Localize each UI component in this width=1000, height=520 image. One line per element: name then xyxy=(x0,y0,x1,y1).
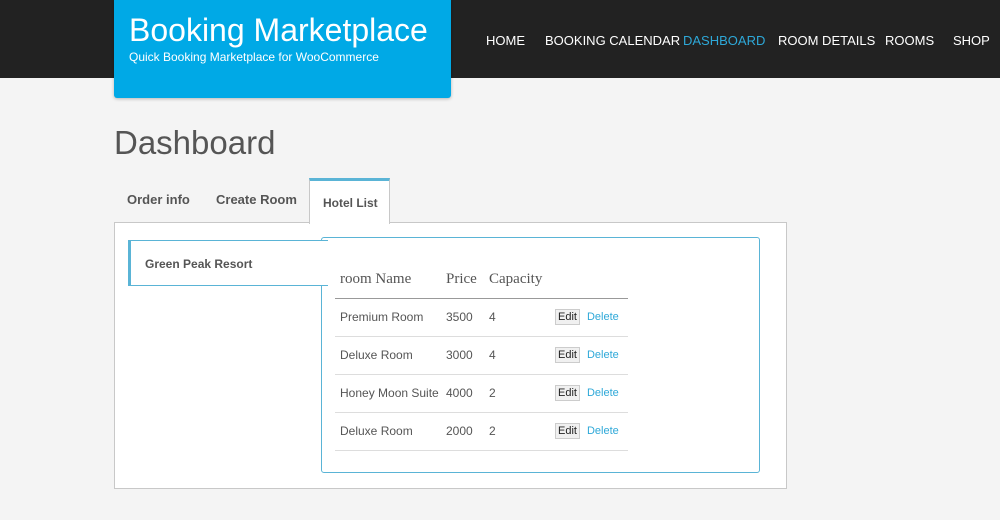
site-tagline: Quick Booking Marketplace for WooCommerc… xyxy=(129,50,379,64)
room-name-cell: Premium Room xyxy=(335,298,441,337)
room-name-cell: Deluxe Room xyxy=(335,412,441,451)
room-actions-cell: Edit Delete xyxy=(550,298,628,337)
table-header-row: room Name Price Capacity xyxy=(335,262,628,299)
nav-item-booking-calendar[interactable]: Booking Calendar xyxy=(545,33,680,48)
room-table: room Name Price Capacity Premium Room 35… xyxy=(335,262,628,451)
room-price-cell: 4000 xyxy=(441,374,484,413)
room-name-cell: Deluxe Room xyxy=(335,336,441,375)
column-header-actions xyxy=(550,262,628,299)
table-row: Premium Room 3500 4 Edit Delete xyxy=(335,298,628,337)
room-price-cell: 3000 xyxy=(441,336,484,375)
table-row: Honey Moon Suite 4000 2 Edit Delete xyxy=(335,374,628,413)
delete-link[interactable]: Delete xyxy=(587,311,619,323)
nav-item-room-details[interactable]: Room Details xyxy=(778,33,875,48)
edit-button[interactable]: Edit xyxy=(555,423,580,439)
edit-button[interactable]: Edit xyxy=(555,385,580,401)
room-capacity-cell: 4 xyxy=(484,298,550,337)
delete-link[interactable]: Delete xyxy=(587,349,619,361)
column-header-capacity: Capacity xyxy=(484,262,550,299)
edit-button[interactable]: Edit xyxy=(555,309,580,325)
tab-create-room[interactable]: Create Room xyxy=(216,192,297,207)
room-price-cell: 2000 xyxy=(441,412,484,451)
column-header-room-name: room Name xyxy=(335,262,441,299)
nav-item-shop[interactable]: Shop xyxy=(953,33,990,48)
edit-button[interactable]: Edit xyxy=(555,347,580,363)
room-name-cell: Honey Moon Suite xyxy=(335,374,441,413)
nav-item-dashboard[interactable]: Dashboard xyxy=(683,33,765,48)
tab-hotel-list[interactable]: Hotel List xyxy=(309,178,390,224)
room-price-cell: 3500 xyxy=(441,298,484,337)
hotel-name: Green Peak Resort xyxy=(145,257,253,271)
tab-order-info[interactable]: Order info xyxy=(127,192,190,207)
tab-hotel-list-label: Hotel List xyxy=(323,196,378,210)
room-actions-cell: Edit Delete xyxy=(550,336,628,375)
room-capacity-cell: 2 xyxy=(484,374,550,413)
nav-item-rooms[interactable]: Rooms xyxy=(885,33,934,48)
delete-link[interactable]: Delete xyxy=(587,387,619,399)
room-capacity-cell: 2 xyxy=(484,412,550,451)
delete-link[interactable]: Delete xyxy=(587,425,619,437)
room-actions-cell: Edit Delete xyxy=(550,412,628,451)
page-title: Dashboard xyxy=(114,124,276,161)
table-row: Deluxe Room 3000 4 Edit Delete xyxy=(335,336,628,375)
brand-block[interactable]: Booking Marketplace Quick Booking Market… xyxy=(114,0,451,98)
hotel-tab-green-peak-resort[interactable]: Green Peak Resort xyxy=(128,240,328,286)
site-title[interactable]: Booking Marketplace xyxy=(129,12,428,49)
table-row: Deluxe Room 2000 2 Edit Delete xyxy=(335,412,628,451)
room-actions-cell: Edit Delete xyxy=(550,374,628,413)
nav-item-home[interactable]: Home xyxy=(486,33,525,48)
room-capacity-cell: 4 xyxy=(484,336,550,375)
column-header-price: Price xyxy=(441,262,484,299)
